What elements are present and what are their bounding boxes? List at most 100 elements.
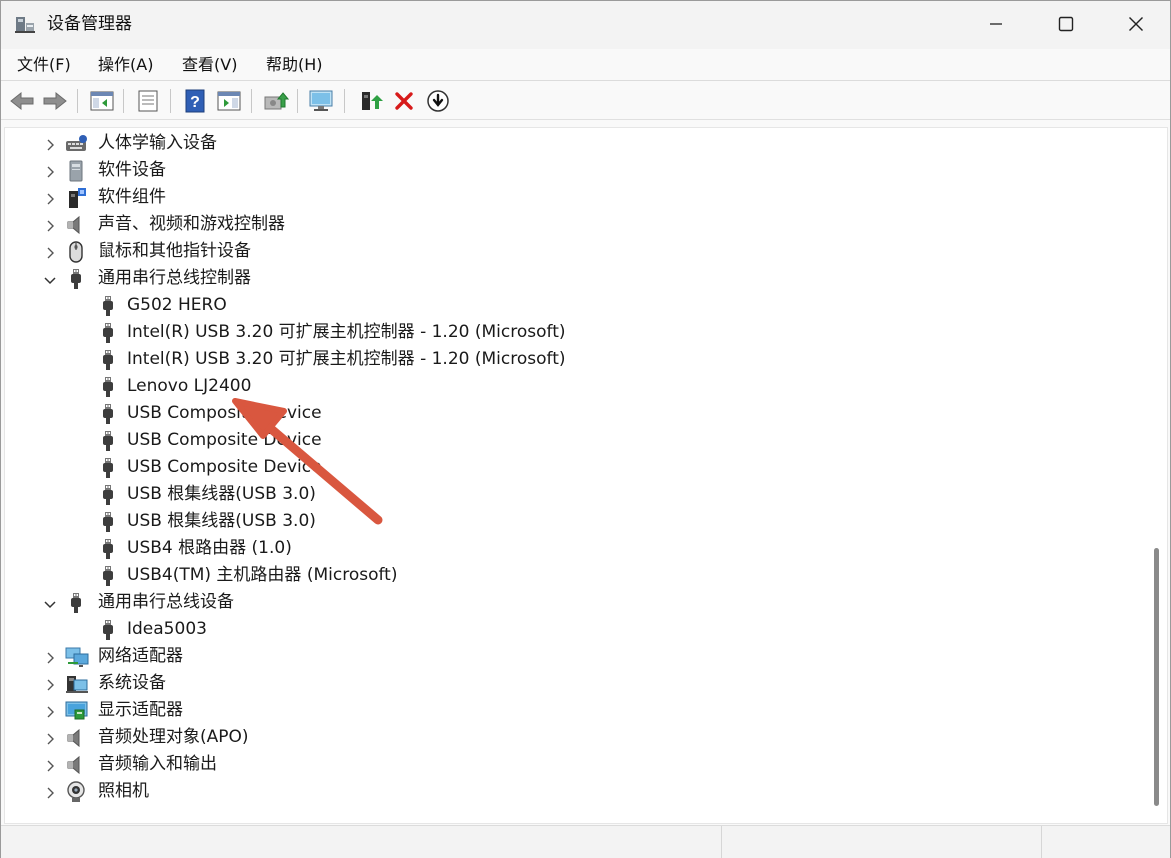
update-driver-button[interactable] [262, 87, 290, 115]
close-button[interactable] [1101, 1, 1171, 47]
chevron-right-icon[interactable] [43, 785, 57, 799]
tree-node-label: Lenovo LJ2400 [127, 376, 252, 396]
tree-node-label: 人体学输入设备 [98, 133, 217, 153]
action-pane-icon [217, 91, 241, 111]
chevron-right-icon[interactable] [43, 758, 57, 772]
tree-node-label: USB 根集线器(USB 3.0) [127, 484, 316, 504]
device-tree[interactable]: 人体学输入设备软件设备 软件组件声音、视频和游戏控制器鼠标和其他指针设备 通用串行总… [4, 127, 1168, 824]
chevron-right-icon[interactable] [43, 677, 57, 691]
tree-category-row[interactable]: 音频处理对象(APO) [5, 724, 1145, 751]
toolbar-separator [251, 89, 252, 113]
uninstall-device-button[interactable] [390, 87, 418, 115]
tree-node-label: Intel(R) USB 3.20 可扩展主机控制器 - 1.20 (Micro… [127, 349, 566, 369]
chevron-down-icon[interactable] [43, 596, 57, 610]
toolbar-separator [123, 89, 124, 113]
speaker-icon [65, 214, 87, 236]
back-button[interactable] [8, 87, 36, 115]
back-arrow-icon [10, 91, 34, 111]
tree-node-label: USB 根集线器(USB 3.0) [127, 511, 316, 531]
system-device-icon [65, 673, 88, 695]
tree-device-row[interactable]: USB 根集线器(USB 3.0) [5, 508, 1145, 535]
camera-icon [65, 781, 87, 803]
help-icon: ? [185, 89, 205, 113]
chevron-right-icon[interactable] [43, 218, 57, 232]
scan-hardware-button[interactable] [308, 87, 336, 115]
usb-icon [97, 565, 119, 587]
action-pane-button[interactable] [215, 87, 243, 115]
minimize-button[interactable] [961, 1, 1031, 47]
tree-node-label: 照相机 [98, 781, 149, 801]
tree-device-row[interactable]: Lenovo LJ2400 [5, 373, 1145, 400]
display-adapter-icon [65, 700, 88, 722]
tree-node-label: 系统设备 [98, 673, 166, 693]
chevron-right-icon[interactable] [43, 191, 57, 205]
usb-icon [97, 511, 119, 533]
tree-category-row[interactable]: 鼠标和其他指针设备 [5, 238, 1145, 265]
forward-button[interactable] [41, 87, 69, 115]
chevron-down-icon[interactable] [43, 272, 57, 286]
scrollbar-thumb[interactable] [1154, 548, 1159, 806]
enable-device-icon [362, 92, 383, 110]
tree-category-row[interactable]: 通用串行总线设备 [5, 589, 1145, 616]
tree-device-row[interactable]: USB4(TM) 主机路由器 (Microsoft) [5, 562, 1145, 589]
tree-category-row[interactable]: 照相机 [5, 778, 1145, 805]
status-cell [721, 826, 1041, 858]
menu-file[interactable]: 文件(F) [15, 54, 73, 76]
tree-category-row[interactable]: 网络适配器 [5, 643, 1145, 670]
chevron-right-icon[interactable] [43, 137, 57, 151]
tree-node-label: G502 HERO [127, 295, 227, 315]
tree-device-row[interactable]: USB Composite Device [5, 454, 1145, 481]
usb-icon [97, 403, 119, 425]
maximize-button[interactable] [1031, 1, 1101, 47]
close-icon [1129, 17, 1143, 31]
toolbar-separator [77, 89, 78, 113]
tree-device-row[interactable]: USB 根集线器(USB 3.0) [5, 481, 1145, 508]
usb-icon [65, 268, 87, 290]
disable-device-button[interactable] [424, 87, 452, 115]
chevron-right-icon[interactable] [43, 704, 57, 718]
tree-device-row[interactable]: Intel(R) USB 3.20 可扩展主机控制器 - 1.20 (Micro… [5, 346, 1145, 373]
tree-category-row[interactable]: 通用串行总线控制器 [5, 265, 1145, 292]
hid-icon [65, 133, 87, 155]
menu-action[interactable]: 操作(A) [96, 54, 155, 76]
vertical-scrollbar[interactable] [1146, 128, 1166, 823]
tree-category-row[interactable]: 软件设备 [5, 157, 1145, 184]
tree-category-row[interactable]: 音频输入和输出 [5, 751, 1145, 778]
usb-icon [97, 295, 119, 317]
show-hide-tree-icon [90, 91, 114, 111]
tree-node-label: USB Composite Device [127, 457, 322, 477]
tree-device-row[interactable]: USB Composite Device [5, 427, 1145, 454]
tree-node-label: 音频输入和输出 [98, 754, 217, 774]
tree-category-row[interactable]: 声音、视频和游戏控制器 [5, 211, 1145, 238]
tree-node-label: 声音、视频和游戏控制器 [98, 214, 285, 234]
tree-category-row[interactable]: 人体学输入设备 [5, 130, 1145, 157]
tree-device-row[interactable]: Idea5003 [5, 616, 1145, 643]
maximize-icon [1058, 16, 1074, 32]
usb-icon [65, 592, 87, 614]
menu-bar: 文件(F) 操作(A) 查看(V) 帮助(H) [1, 49, 1170, 81]
tree-category-row[interactable]: 显示适配器 [5, 697, 1145, 724]
tree-device-row[interactable]: G502 HERO [5, 292, 1145, 319]
chevron-right-icon[interactable] [43, 245, 57, 259]
tree-category-row[interactable]: 系统设备 [5, 670, 1145, 697]
help-button[interactable]: ? [181, 87, 209, 115]
tree-device-row[interactable]: Intel(R) USB 3.20 可扩展主机控制器 - 1.20 (Micro… [5, 319, 1145, 346]
chevron-right-icon[interactable] [43, 164, 57, 178]
menu-view[interactable]: 查看(V) [180, 54, 239, 76]
title-bar: 设备管理器 [1, 1, 1170, 49]
enable-device-button[interactable] [357, 87, 385, 115]
tree-category-row[interactable]: 软件组件 [5, 184, 1145, 211]
menu-help[interactable]: 帮助(H) [264, 54, 325, 76]
software-device-icon [65, 160, 87, 182]
chevron-right-icon[interactable] [43, 650, 57, 664]
update-driver-icon [264, 92, 289, 110]
tree-node-label: USB Composite Device [127, 430, 322, 450]
properties-button[interactable] [134, 87, 162, 115]
tree-node-label: 网络适配器 [98, 646, 183, 666]
uninstall-device-icon [395, 92, 413, 110]
disable-device-icon [427, 90, 449, 112]
tree-device-row[interactable]: USB Composite Device [5, 400, 1145, 427]
show-hide-tree-button[interactable] [88, 87, 116, 115]
chevron-right-icon[interactable] [43, 731, 57, 745]
tree-device-row[interactable]: USB4 根路由器 (1.0) [5, 535, 1145, 562]
